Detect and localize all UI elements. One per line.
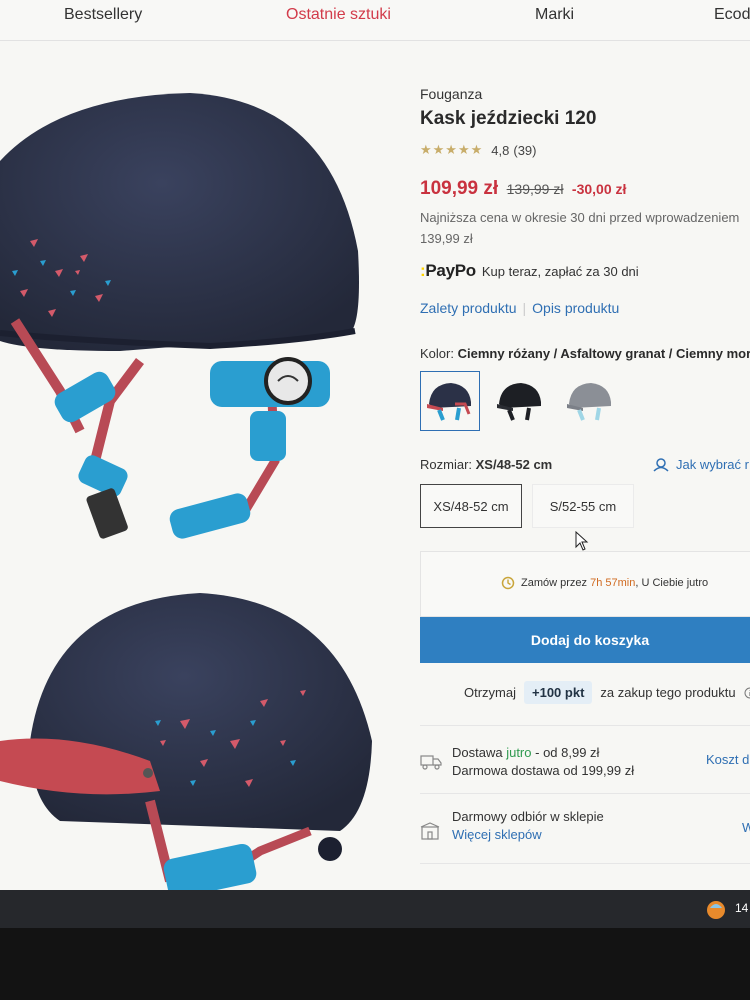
browser-viewport: Bestsellery Ostatnie sztuki Marki Ecod F… <box>0 0 750 900</box>
color-swatch-navy-rose[interactable] <box>420 371 480 431</box>
section-divider <box>420 863 750 874</box>
more-stores-link[interactable]: Więcej sklepów <box>452 826 604 844</box>
product-rating[interactable]: ★★★★★ 4,8 (39) <box>420 142 536 158</box>
product-gallery[interactable] <box>0 41 415 900</box>
helmet-thumbnail-icon <box>427 383 471 421</box>
price-row: 109,99 zł 139,99 zł -30,00 zł <box>420 178 626 200</box>
helmet-photos <box>0 93 372 899</box>
lowest-price-value: 139,99 zł <box>420 231 473 246</box>
nav-ostatnie-sztuki[interactable]: Ostatnie sztuki <box>286 6 391 24</box>
product-brand[interactable]: Fouganza <box>420 86 482 102</box>
shipping-cost-link[interactable]: Koszt d <box>706 752 749 767</box>
review-count[interactable]: (39) <box>513 143 536 158</box>
free-shipping-threshold: Darmowa dostawa od 199,99 zł <box>452 763 635 778</box>
discount-amount: -30,00 zł <box>571 181 627 197</box>
os-taskbar: 14 <box>0 890 750 928</box>
lowest-price-text: Najniższa cena w okresie 30 dni przed wp… <box>420 210 740 225</box>
info-icon[interactable] <box>744 687 750 699</box>
selected-size: XS/48-52 cm <box>475 457 553 472</box>
paypo-text: Kup teraz, zapłać za 30 dni <box>481 263 639 279</box>
link-opis-produktu[interactable]: Opis produktu <box>532 300 619 316</box>
add-to-cart-button[interactable]: Dodaj do koszyka <box>420 617 750 663</box>
monitor-bezel <box>0 928 750 1000</box>
helmet-thumbnail-icon <box>497 383 541 421</box>
size-guide-link[interactable]: Jak wybrać r <box>652 457 749 472</box>
size-label: Rozmiar: XS/48-52 cm <box>420 457 553 472</box>
nav-bestsellery[interactable]: Bestsellery <box>64 6 142 24</box>
store-side-link[interactable]: W <box>742 820 750 835</box>
order-deadline-time: 7h 57min <box>590 577 636 589</box>
color-swatches <box>420 371 620 431</box>
size-guide-icon <box>653 457 669 472</box>
helmet-side-image <box>0 93 359 539</box>
points-badge: +100 pkt <box>524 681 593 704</box>
order-deadline-text: Zamów przez 7h 57min, U Ciebie jutro <box>501 576 708 590</box>
selected-color: Ciemny różany / Asfaltowy granat / Ciemn… <box>457 346 750 361</box>
size-option-s[interactable]: S/52-55 cm <box>532 484 634 528</box>
nav-marki[interactable]: Marki <box>535 6 574 24</box>
size-options: XS/48-52 cm S/52-55 cm <box>420 484 634 528</box>
loyalty-points: Otrzymaj +100 pkt za zakup tego produktu <box>464 681 750 704</box>
product-info-panel: Fouganza Kask jeździecki 120 ★★★★★ 4,8 (… <box>420 41 750 900</box>
color-label: Kolor: Ciemny różany / Asfaltowy granat … <box>420 346 750 361</box>
clock-icon <box>501 576 515 590</box>
shipping-text: Dostawa jutro - od 8,99 zł Darmowa dosta… <box>452 745 635 778</box>
store-pickup-info: Darmowy odbiór w sklepie Więcej sklepów … <box>420 793 750 864</box>
current-price: 109,99 zł <box>420 178 499 199</box>
taskbar-clock[interactable]: 14 <box>735 901 748 915</box>
paypo-logo: :PayPo <box>420 261 476 280</box>
product-title: Kask jeździecki 120 <box>420 108 597 129</box>
order-deadline-box: Zamów przez 7h 57min, U Ciebie jutro <box>420 551 750 617</box>
lowest-price-note: Najniższa cena w okresie 30 dni przed wp… <box>420 207 750 249</box>
store-icon <box>420 822 440 840</box>
delivery-truck-icon <box>420 755 442 770</box>
old-price: 139,99 zł <box>506 181 564 197</box>
color-swatch-black[interactable] <box>490 371 550 431</box>
mouse-cursor-icon <box>575 531 589 551</box>
link-separator: | <box>522 300 527 316</box>
store-pickup-text: Darmowy odbiór w sklepie Więcej sklepów <box>452 809 604 844</box>
paypo-banner[interactable]: :PayPo Kup teraz, zapłać za 30 dni <box>420 261 639 281</box>
product-section-links: Zalety produktu | Opis produktu <box>420 300 619 316</box>
top-navigation: Bestsellery Ostatnie sztuki Marki Ecod <box>0 0 750 41</box>
star-rating-icon: ★★★★★ <box>420 142 484 157</box>
shipping-info: Dostawa jutro - od 8,99 zł Darmowa dosta… <box>420 725 750 794</box>
size-option-xs[interactable]: XS/48-52 cm <box>420 484 522 528</box>
nav-ecodesign[interactable]: Ecod <box>714 6 750 24</box>
tray-app-icon[interactable] <box>704 898 728 920</box>
rating-value: 4,8 <box>491 142 510 158</box>
helmet-thumbnail-icon <box>567 383 611 421</box>
helmet-front-image <box>0 593 372 899</box>
link-zalety-produktu[interactable]: Zalety produktu <box>420 300 517 316</box>
color-swatch-grey-blue[interactable] <box>560 371 620 431</box>
shipping-highlight: jutro <box>506 745 532 760</box>
